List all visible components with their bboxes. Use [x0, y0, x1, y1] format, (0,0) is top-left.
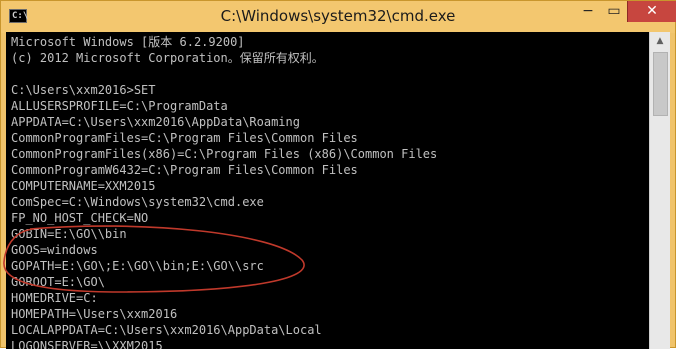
window-title: C:\Windows\system32\cmd.exe: [220, 7, 456, 25]
close-button[interactable]: ✕: [627, 1, 676, 22]
console-line: CommonProgramFiles=C:\Program Files\Comm…: [11, 131, 358, 145]
console-output[interactable]: Microsoft Windows [版本 6.2.9200] (c) 2012…: [6, 32, 649, 349]
scroll-up-arrow-icon[interactable]: ▲: [650, 32, 670, 50]
console-line: LOGONSERVER=\\XXM2015: [11, 339, 163, 349]
console-line: CommonProgramW6432=C:\Program Files\Comm…: [11, 163, 358, 177]
console-line: ComSpec=C:\Windows\system32\cmd.exe: [11, 195, 264, 209]
minimize-button[interactable]: −: [575, 1, 601, 22]
console-line: GOOS=windows: [11, 243, 98, 257]
cmd-window: C:\ C:\Windows\system32\cmd.exe − ▭ ✕ Mi…: [0, 0, 676, 349]
console-line: C:\Users\xxm2016>SET: [11, 83, 156, 97]
vertical-scrollbar[interactable]: ▲: [649, 32, 670, 349]
console-line: GOPATH=E:\GO\;E:\GO\\bin;E:\GO\\src: [11, 259, 264, 273]
console-line: (c) 2012 Microsoft Corporation。保留所有权利。: [11, 51, 324, 65]
console-line: ALLUSERSPROFILE=C:\ProgramData: [11, 99, 228, 113]
title-bar[interactable]: C:\ C:\Windows\system32\cmd.exe: [1, 1, 675, 33]
console-line: APPDATA=C:\Users\xxm2016\AppData\Roaming: [11, 115, 300, 129]
console-line: GOROOT=E:\GO\: [11, 275, 105, 289]
console-lines: Microsoft Windows [版本 6.2.9200] (c) 2012…: [11, 34, 437, 349]
console-line: GOBIN=E:\GO\\bin: [11, 227, 127, 241]
console-line: FP_NO_HOST_CHECK=NO: [11, 211, 149, 225]
console-line: Microsoft Windows [版本 6.2.9200]: [11, 35, 245, 49]
scroll-thumb[interactable]: [653, 52, 668, 116]
console-line: HOMEPATH=\Users\xxm2016: [11, 307, 178, 321]
maximize-button[interactable]: ▭: [601, 1, 627, 22]
console-line: LOCALAPPDATA=C:\Users\xxm2016\AppData\Lo…: [11, 323, 322, 337]
console-line: CommonProgramFiles(x86)=C:\Program Files…: [11, 147, 438, 161]
command-prompt-icon[interactable]: C:\: [9, 9, 28, 23]
console-line: COMPUTERNAME=XXM2015: [11, 179, 156, 193]
console-line: HOMEDRIVE=C:: [11, 291, 98, 305]
